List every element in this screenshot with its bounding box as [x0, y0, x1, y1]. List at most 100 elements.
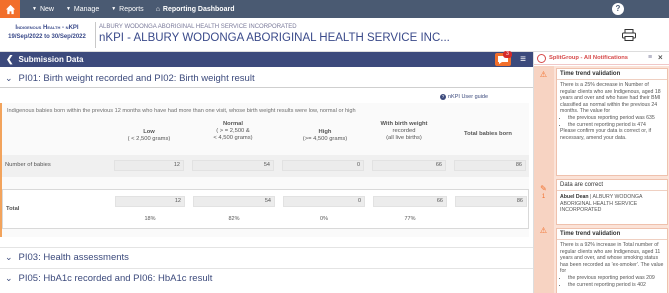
warning-icon: ⚠: [539, 70, 548, 79]
pct-normal: 82%: [228, 216, 240, 222]
card3-bullets: the previous reporting period was 209 th…: [560, 275, 664, 288]
value-normal: 54: [192, 160, 274, 171]
card3-bullet-1: the previous reporting period was 209: [568, 275, 664, 282]
caret-down-icon: ▼: [65, 6, 71, 12]
card2-author: Abuel Dean: [560, 194, 589, 200]
user-guide-link[interactable]: ? nKPI User guide: [440, 94, 488, 100]
value-high: 0: [282, 160, 364, 171]
comment-count: 1: [541, 194, 546, 200]
row-label-number-of-babies: Number of babies: [5, 162, 51, 168]
nav-reports[interactable]: ▼ Reports: [111, 6, 143, 13]
section-pi05-title: PI05: HbA1c recorded and PI06: HbA1c res…: [18, 272, 213, 284]
panel-menu-icon[interactable]: ≡: [648, 54, 652, 61]
chevron-down-icon: ⌄: [5, 251, 13, 262]
col-header-normal: Normal ( > = 2,500 & < 4,500 grams): [195, 121, 271, 142]
total-recorded: 66: [373, 196, 447, 207]
section-pi03[interactable]: ⌄ PI03: Health assessments: [0, 247, 533, 266]
col-header-normal-line1: Normal: [223, 121, 243, 127]
chevron-down-icon: ⌄: [5, 72, 13, 83]
card1-bullet-1: the previous reporting period was 635: [568, 115, 664, 122]
section-pi05[interactable]: ⌄ PI05: HbA1c recorded and PI06: HbA1c r…: [0, 268, 533, 287]
card2-title: Data are correct: [557, 180, 667, 191]
comment-icon: ✎: [540, 184, 547, 193]
close-icon[interactable]: ×: [658, 53, 663, 62]
nav-dashboard-label: Reporting Dashboard: [162, 5, 235, 13]
card1-title: Time trend validation: [557, 69, 667, 80]
col-header-low: Low ( < 2,500 grams): [114, 129, 184, 143]
nav-manage[interactable]: ▼ Manage: [66, 6, 99, 13]
total-normal: 54: [193, 196, 275, 207]
chevron-left-icon: ❮: [6, 54, 14, 64]
pct-low: 18%: [144, 216, 156, 222]
col-header-low-line1: Low: [143, 129, 155, 135]
col-header-recorded: With birth weight recorded (all live bir…: [364, 121, 444, 142]
col-header-recorded-line3: (all live births): [386, 135, 422, 141]
home-icon: [5, 4, 15, 14]
app-root: ▼ New ▼ Manage ▼ Reports ⌂ Reporting Dashboa…: [0, 0, 669, 293]
warning-icon: ⚠: [539, 226, 548, 235]
table-header-row: Low ( < 2,500 grams) Normal ( > = 2,500 …: [2, 121, 529, 149]
dashboard-icon: ⌂: [155, 5, 160, 13]
card3-bullet-2: the current reporting period is 402: [568, 282, 664, 289]
col-header-high-line2: (>= 4,500 grams): [302, 136, 348, 142]
nav-new[interactable]: ▼ New: [32, 6, 54, 13]
main-content: ⌄ PI01: Birth weight recorded and PI02: …: [0, 67, 533, 293]
value-total-born: 86: [454, 160, 526, 171]
submission-data-bar[interactable]: ❮ Submission Data: [0, 52, 533, 67]
value-recorded: 66: [372, 160, 446, 171]
notification-card-1[interactable]: Time trend validation There is a 25% dec…: [556, 68, 668, 176]
page-header: Indigenous Health - nKPI 19/Sep/2022 to …: [0, 18, 669, 52]
pct-recorded: 77%: [404, 216, 416, 222]
home-button[interactable]: [0, 0, 20, 18]
section-pi01[interactable]: ⌄ PI01: Birth weight recorded and PI02: …: [0, 69, 533, 88]
notification-card-3[interactable]: Time trend validation There is a 92% inc…: [556, 228, 668, 293]
total-high: 0: [283, 196, 365, 207]
card3-body: There is a 92% increase in Total number …: [560, 242, 664, 275]
card1-bullet-2: the current reporting period is 474: [568, 122, 664, 129]
col-header-normal-line2: ( > = 2,500 &: [216, 128, 250, 134]
notifications-panel: SplitGroup - All Notifications ≡ × ⚠ ✎ 1…: [533, 52, 669, 293]
nav-manage-label: Manage: [73, 5, 100, 13]
col-header-high: High (>= 4,500 grams): [287, 129, 363, 143]
card1-bullets: the previous reporting period was 635 th…: [560, 115, 664, 128]
col-header-high-line1: High: [318, 129, 332, 135]
chevron-down-icon: ⌄: [5, 272, 13, 283]
org-period-block: Indigenous Health - nKPI 19/Sep/2022 to …: [4, 24, 90, 42]
header-divider: [95, 22, 96, 48]
submission-label: Submission Data: [18, 55, 84, 64]
col-header-total-line1: Total babies born: [464, 131, 512, 137]
help-button[interactable]: ?: [612, 3, 624, 15]
col-header-recorded-line1: With birth weight: [380, 121, 428, 127]
top-nav: ▼ New ▼ Manage ▼ Reports ⌂ Reporting Dashboa…: [0, 0, 669, 18]
section-pi03-title: PI03: Health assessments: [18, 251, 129, 263]
value-low: 12: [114, 160, 184, 171]
notification-count-badge: 3: [503, 51, 512, 58]
card2-comment: Abuel Dean | ALBURY WODONGA ABORIGINAL H…: [560, 194, 643, 213]
page-title: nKPI - ALBURY WODONGA ABORIGINAL HEALTH …: [99, 32, 450, 44]
notifications-panel-header: SplitGroup - All Notifications ≡ ×: [534, 52, 669, 65]
reporting-period: 19/Sep/2022 to 30/Sep/2022: [8, 34, 86, 40]
pct-high: 0%: [320, 216, 328, 222]
birth-weight-panel: Indigenous babies born within the previo…: [0, 103, 529, 237]
table-row-total: Total 12 54 0 66 86 18% 82% 0% 77%: [2, 189, 529, 229]
nav-reports-label: Reports: [119, 5, 144, 13]
org-short-name: Indigenous Health - nKPI: [15, 25, 79, 31]
org-full-name: ALBURY WODONGA ABORIGINAL HEALTH SERVICE…: [99, 24, 297, 30]
card1-body: There is a 25% decrease in Number of reg…: [560, 82, 661, 115]
caret-down-icon: ▼: [111, 6, 117, 12]
user-guide-label: nKPI User guide: [448, 94, 489, 100]
card3-text: There is a 92% increase in Total number …: [557, 240, 667, 290]
notification-card-2[interactable]: Data are correct Abuel Dean | ALBURY WOD…: [556, 179, 668, 225]
notifications-body: ⚠ ✎ 1 ⚠ Time trend validation There is a…: [534, 66, 669, 293]
card1-text: There is a 25% decrease in Number of reg…: [557, 80, 667, 143]
menu-icon[interactable]: ≡: [516, 53, 530, 66]
col-header-recorded-line2: recorded: [392, 128, 416, 134]
section-pi01-title: PI01: Birth weight recorded and PI02: Bi…: [18, 72, 255, 84]
total-low: 12: [115, 196, 185, 207]
nav-reporting-dashboard[interactable]: ⌂ Reporting Dashboard: [156, 6, 235, 13]
table-description: Indigenous babies born within the previo…: [7, 108, 356, 114]
col-header-low-line2: ( < 2,500 grams): [127, 136, 171, 142]
card1-body-2: Please confirm your data is correct or, …: [560, 128, 652, 141]
notification-rail: ⚠ ✎ 1 ⚠: [534, 66, 554, 293]
print-icon[interactable]: [622, 29, 636, 41]
